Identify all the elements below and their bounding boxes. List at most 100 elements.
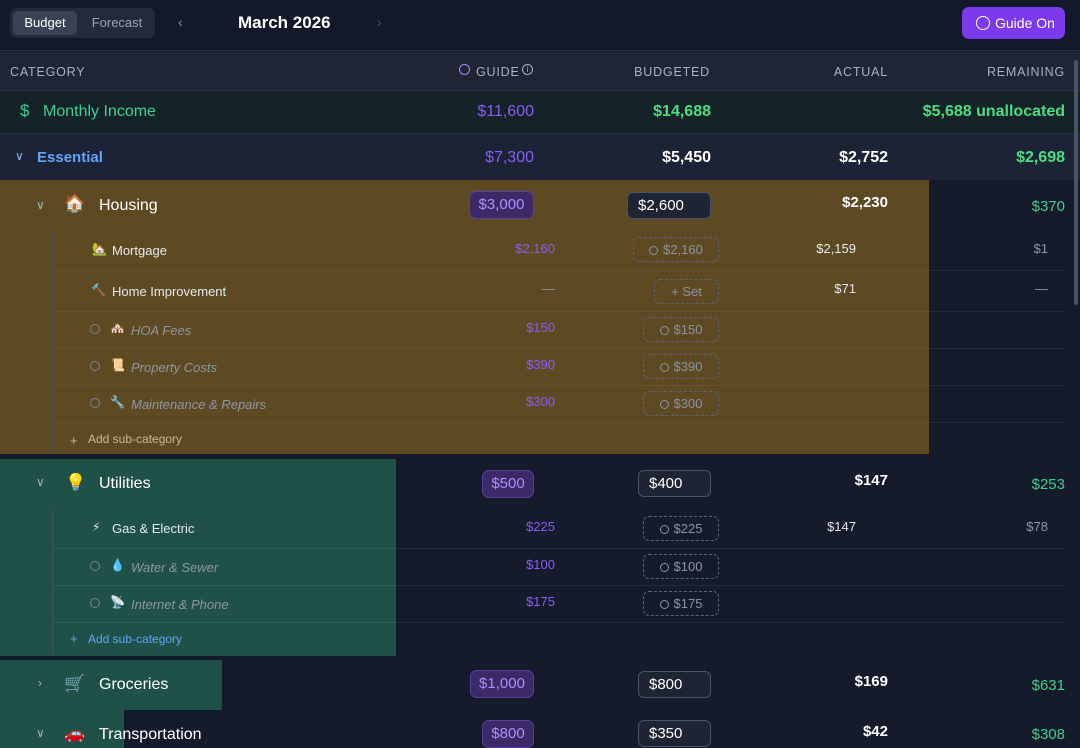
actual-value: $2,159 — [816, 241, 856, 256]
guide-dismissed-icon[interactable] — [90, 398, 100, 408]
budgeted-input[interactable]: $2,600 — [627, 192, 711, 219]
budgeted-suggestion[interactable]: $225 — [643, 516, 719, 541]
cart-icon: 🛒 — [64, 674, 86, 693]
category-row-transportation[interactable]: ∨ 🚗 Transportation $800 $350 $42 $308 — [0, 710, 1080, 748]
remaining-value: $253 — [1031, 476, 1065, 493]
subcategory-label: Maintenance & Repairs — [131, 397, 267, 412]
budgeted-input[interactable]: $350 — [638, 720, 711, 747]
tab-budget[interactable]: Budget — [13, 11, 77, 35]
add-subcategory-button[interactable]: + Add sub-category — [53, 423, 353, 453]
subcategory-row[interactable]: 🔧 Maintenance & Repairs $300 $300 — [53, 386, 1065, 422]
actual-value: $2,230 — [842, 194, 888, 211]
essential-group-row[interactable]: ∨ Essential $7,300 $5,450 $2,752 $2,698 — [0, 134, 1080, 180]
chevron-down-icon[interactable]: ∨ — [36, 726, 45, 740]
income-budgeted: $14,688 — [653, 103, 711, 120]
budgeted-suggestion[interactable]: $300 — [643, 391, 719, 416]
guide-pill[interactable]: $800 — [482, 720, 534, 748]
essential-label: Essential — [37, 149, 103, 166]
hoa-icon: 🏘️ — [110, 321, 125, 335]
info-icon[interactable]: i — [522, 64, 533, 75]
budgeted-suggestion[interactable]: $100 — [643, 554, 719, 579]
budgeted-suggestion[interactable]: $390 — [643, 354, 719, 379]
add-subcategory-label: Add sub-category — [88, 432, 183, 446]
guide-value: $175 — [526, 594, 555, 609]
guide-value: $300 — [526, 394, 555, 409]
guide-dismissed-icon[interactable] — [90, 324, 100, 334]
column-header-guide[interactable]: GUIDE — [476, 65, 520, 79]
income-unallocated: $5,688 unallocated — [922, 103, 1065, 120]
guide-dismissed-icon[interactable] — [90, 361, 100, 371]
subcategory-row[interactable]: ⚡ Gas & Electric $225 $225 $147 $78 — [53, 510, 1065, 548]
category-label: Groceries — [99, 676, 169, 693]
column-header-budgeted[interactable]: BUDGETED — [634, 65, 710, 79]
category-row-housing[interactable]: ∨ 🏠 Housing $3,000 $2,600 $2,230 $370 — [0, 180, 1080, 230]
budgeted-suggestion[interactable]: $175 — [643, 591, 719, 616]
prev-month-button[interactable]: ‹ — [178, 14, 183, 30]
remaining-value: $1 — [1033, 241, 1048, 256]
guide-pill[interactable]: $500 — [482, 470, 534, 498]
hammer-icon: 🔨 — [91, 283, 106, 297]
actual-value: $147 — [827, 519, 856, 534]
subcategory-row[interactable]: 🏘️ HOA Fees $150 $150 — [53, 312, 1065, 348]
subcategory-row[interactable]: 💧 Water & Sewer $100 $100 — [53, 549, 1065, 585]
essential-budgeted: $5,450 — [662, 149, 711, 166]
essential-actual: $2,752 — [839, 149, 888, 166]
essential-remaining: $2,698 — [1016, 149, 1065, 166]
satellite-icon: 📡 — [110, 595, 125, 609]
actual-value: $147 — [854, 472, 888, 489]
top-bar: Budget Forecast ‹ March 2026 › Guide On — [0, 0, 1080, 51]
guide-dismissed-icon[interactable] — [90, 561, 100, 571]
guide-value: $2,160 — [515, 241, 555, 256]
subcategory-label: Gas & Electric — [112, 521, 195, 536]
chevron-down-icon[interactable]: ∨ — [15, 149, 24, 163]
guide-toggle-button[interactable]: Guide On — [962, 7, 1065, 39]
subcategory-row[interactable]: 📡 Internet & Phone $175 $175 — [53, 586, 1065, 622]
droplet-icon: 💧 — [110, 558, 125, 572]
budgeted-suggestion[interactable]: $150 — [643, 317, 719, 342]
subcategory-label: HOA Fees — [131, 323, 192, 338]
wrench-icon: 🔧 — [110, 395, 125, 409]
house-icon: 🏠 — [64, 194, 86, 213]
table-header: CATEGORY GUIDE i BUDGETED ACTUAL REMAINI… — [0, 52, 1080, 91]
actual-value: $42 — [862, 723, 888, 740]
guide-pill[interactable]: $3,000 — [469, 191, 534, 219]
set-budget-button[interactable]: + Set — [654, 279, 719, 304]
guide-pill[interactable]: $1,000 — [470, 670, 534, 698]
plus-icon: + — [70, 631, 78, 646]
column-header-actual[interactable]: ACTUAL — [834, 65, 888, 79]
category-label: Transportation — [99, 726, 202, 743]
subcategory-row[interactable]: 🏡 Mortgage $2,160 $2,160 $2,159 $1 — [53, 232, 1065, 270]
add-subcategory-label: Add sub-category — [88, 632, 183, 646]
subcategory-row[interactable]: 📜 Property Costs $390 $390 — [53, 349, 1065, 385]
category-row-utilities[interactable]: ∨ 💡 Utilities $500 $400 $147 $253 — [0, 459, 1080, 509]
chevron-down-icon[interactable]: ∨ — [36, 475, 45, 489]
remaining-value: $308 — [1031, 726, 1065, 743]
guide-value: $225 — [526, 519, 555, 534]
budgeted-input[interactable]: $800 — [638, 671, 711, 698]
add-subcategory-button[interactable]: + Add sub-category — [53, 623, 353, 653]
subcategory-row[interactable]: 🔨 Home Improvement — + Set $71 — — [53, 271, 1065, 311]
next-month-button[interactable]: › — [377, 14, 382, 30]
budgeted-suggestion[interactable]: $2,160 — [633, 237, 719, 262]
chevron-right-icon[interactable]: › — [38, 676, 42, 690]
remaining-value: $631 — [1031, 677, 1065, 694]
income-label: Monthly Income — [43, 103, 156, 120]
budgeted-input[interactable]: $400 — [638, 470, 711, 497]
mortgage-icon: 🏡 — [92, 242, 107, 256]
current-month: March 2026 — [238, 13, 331, 32]
subcategory-label: Water & Sewer — [131, 560, 219, 575]
tab-forecast[interactable]: Forecast — [83, 11, 151, 35]
actual-value: $169 — [854, 673, 888, 690]
lightbulb-icon: 💡 — [65, 473, 87, 492]
guide-dismissed-icon[interactable] — [90, 598, 100, 608]
remaining-value: $78 — [1026, 519, 1048, 534]
column-header-category[interactable]: CATEGORY — [10, 65, 85, 79]
dollar-icon: $ — [20, 101, 30, 120]
guide-value: $100 — [526, 557, 555, 572]
column-header-remaining[interactable]: REMAINING — [987, 65, 1065, 79]
chevron-down-icon[interactable]: ∨ — [36, 198, 45, 212]
essential-guide: $7,300 — [485, 149, 534, 166]
income-row[interactable]: $ Monthly Income $11,600 $14,688 $5,688 … — [0, 91, 1080, 134]
guide-value: — — [542, 281, 555, 296]
category-row-groceries[interactable]: › 🛒 Groceries $1,000 $800 $169 $631 — [0, 660, 1080, 710]
